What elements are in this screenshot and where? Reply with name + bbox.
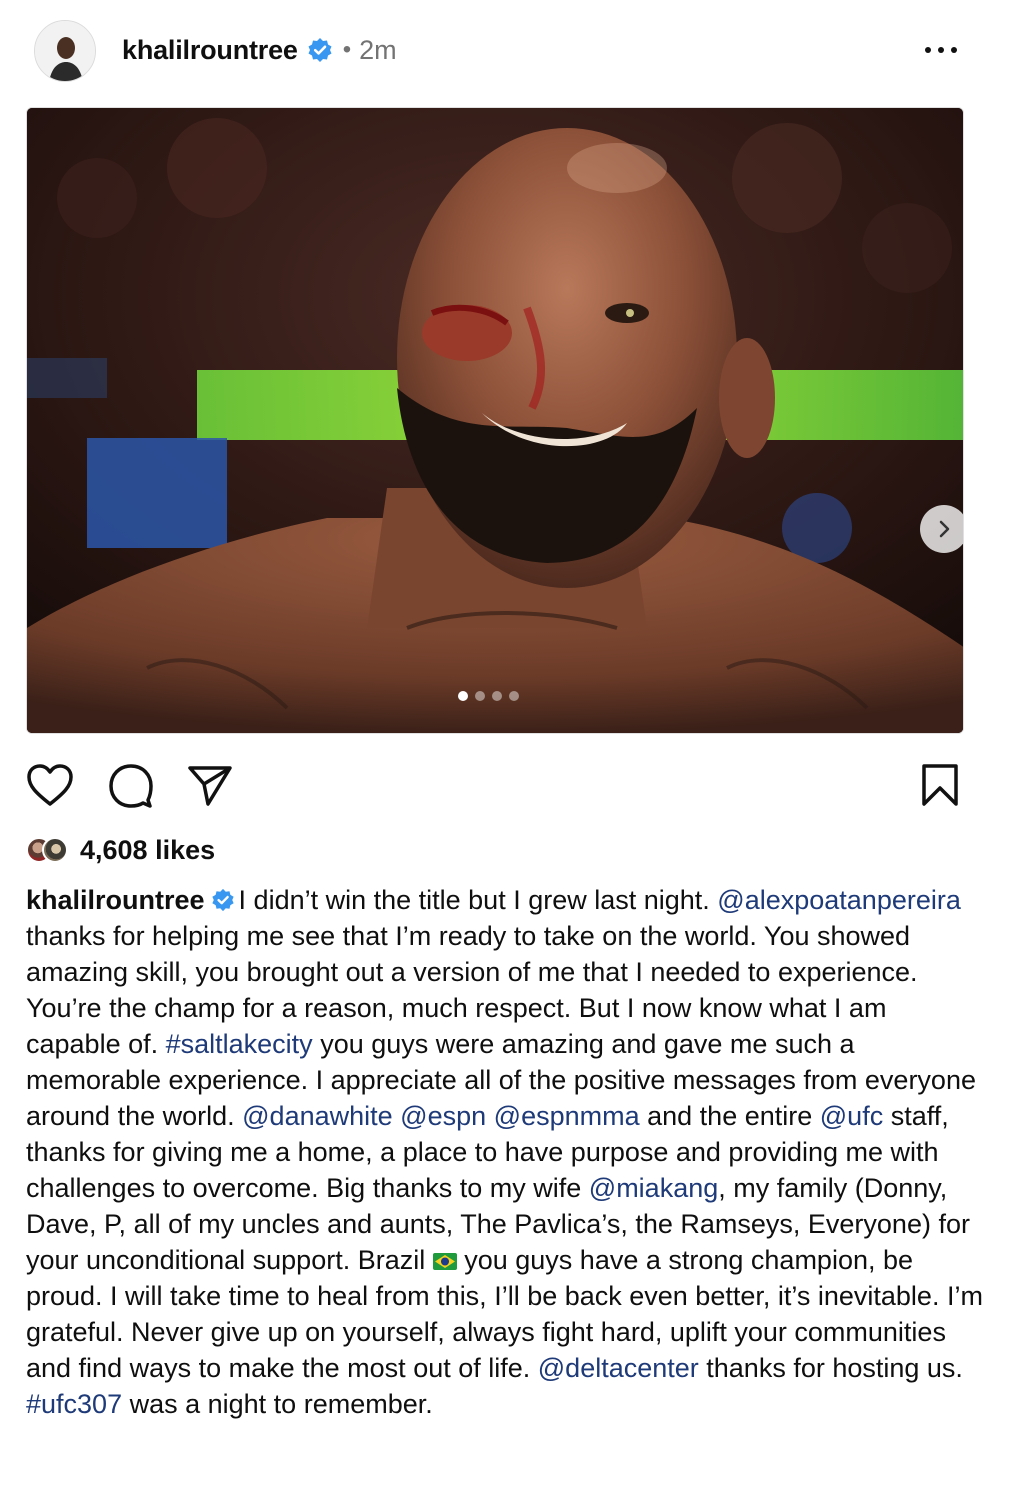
mention-link[interactable]: @ufc <box>820 1101 883 1131</box>
likes-row: 4,608 likes <box>26 830 215 870</box>
post-time: 2m <box>359 34 397 65</box>
carousel-indicators <box>458 691 519 701</box>
mention-link[interactable]: @alexpoatanpereira <box>717 885 961 915</box>
comment-icon[interactable] <box>104 760 156 812</box>
post-image[interactable] <box>26 107 964 734</box>
mention-link[interactable]: @danawhite <box>242 1101 393 1131</box>
username-row: khalilrountree • 2m <box>122 30 397 70</box>
post-header: khalilrountree • 2m <box>0 0 1036 104</box>
mention-link[interactable]: @deltacenter <box>538 1353 699 1383</box>
username-link[interactable]: khalilrountree <box>122 35 298 66</box>
avatar[interactable] <box>34 20 96 82</box>
mention-link[interactable]: @espn <box>400 1101 486 1131</box>
caption-text-segment: thanks for hosting us. <box>698 1353 963 1383</box>
carousel-next-button[interactable] <box>920 505 963 553</box>
liker-avatar[interactable] <box>42 837 68 863</box>
likes-count[interactable]: 4,608 likes <box>80 835 215 866</box>
hashtag-link[interactable]: #saltlakecity <box>166 1029 313 1059</box>
action-bar <box>0 760 1036 812</box>
carousel-dot[interactable] <box>475 691 485 701</box>
caption-text-segment: I didn’t win the title but I grew last n… <box>238 885 718 915</box>
carousel-dot-active[interactable] <box>458 691 468 701</box>
carousel-dot[interactable] <box>492 691 502 701</box>
caption-text-segment <box>486 1101 494 1131</box>
verified-badge-icon <box>211 885 235 912</box>
caption-text: I didn’t win the title but I grew last n… <box>26 885 983 1419</box>
brazil-flag-icon <box>432 1243 457 1270</box>
post-caption: khalilrountree I didn’t win the title but… <box>26 882 986 1422</box>
carousel-dot[interactable] <box>509 691 519 701</box>
caption-text-segment: was a night to remember. <box>122 1389 433 1419</box>
chevron-right-icon <box>939 520 950 538</box>
heart-icon[interactable] <box>24 760 76 812</box>
verified-badge-icon <box>307 37 333 63</box>
caption-username-link[interactable]: khalilrountree <box>26 885 205 915</box>
mention-link[interactable]: @miakang <box>589 1173 718 1203</box>
share-icon[interactable] <box>184 760 236 812</box>
more-options-icon[interactable] <box>918 38 964 62</box>
mention-link[interactable]: @espnmma <box>494 1101 640 1131</box>
separator-dot: • <box>342 36 352 63</box>
bookmark-icon[interactable] <box>914 760 966 812</box>
hashtag-link[interactable]: #ufc307 <box>26 1389 122 1419</box>
caption-text-segment: and the entire <box>639 1101 820 1131</box>
